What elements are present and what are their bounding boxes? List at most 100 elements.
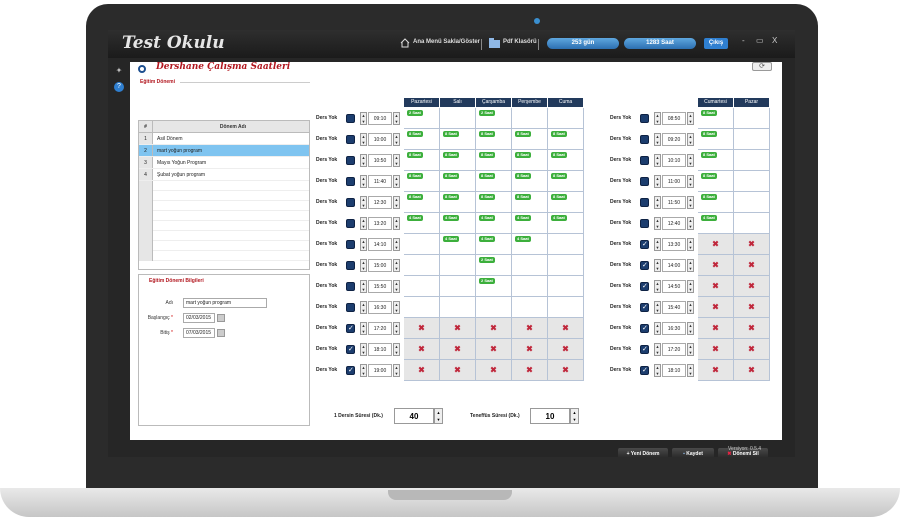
no-lesson-checkbox[interactable] [640,135,649,144]
schedule-cell[interactable]: 8 Saat [698,108,734,129]
logout-button[interactable]: Çıkış [704,38,728,49]
time-spinner-right[interactable]: ▲ ▼ [393,301,400,314]
schedule-cell[interactable] [734,213,770,234]
break-duration-spinner[interactable]: ▲ ▼ [570,408,579,424]
schedule-cell[interactable]: 8 Saat [476,192,512,213]
time-spinner-right[interactable]: ▲ ▼ [393,112,400,125]
time-spinner-right[interactable]: ▲ ▼ [687,175,694,188]
time-spinner-left[interactable]: ▲ ▼ [654,364,661,377]
schedule-cell[interactable]: 4 Saat [698,213,734,234]
schedule-cell[interactable]: ✖ [698,318,734,339]
time-spinner-right[interactable]: ▲ ▼ [393,322,400,335]
schedule-cell[interactable] [440,255,476,276]
schedule-cell[interactable]: 8 Saat [512,171,548,192]
no-lesson-checkbox[interactable] [346,303,355,312]
time-spinner-right[interactable]: ▲ ▼ [393,343,400,356]
schedule-cell[interactable]: 8 Saat [440,192,476,213]
time-spinner-left[interactable]: ▲ ▼ [360,175,367,188]
time-field[interactable]: 11:00 [662,175,686,188]
schedule-cell[interactable] [404,234,440,255]
time-spinner-left[interactable]: ▲ ▼ [654,238,661,251]
time-field[interactable]: 17:20 [662,343,686,356]
calendar-icon[interactable] [217,314,225,322]
schedule-cell[interactable]: ✖ [698,360,734,381]
pin-icon[interactable]: ✦ [114,66,124,76]
schedule-cell[interactable]: 8 Saat [404,150,440,171]
time-spinner-left[interactable]: ▲ ▼ [654,133,661,146]
schedule-cell[interactable]: ✖ [734,318,770,339]
schedule-cell[interactable] [512,276,548,297]
time-field[interactable]: 10:50 [368,154,392,167]
schedule-cell[interactable]: ✖ [440,339,476,360]
no-lesson-checkbox[interactable] [640,261,649,270]
schedule-cell[interactable]: ✖ [734,276,770,297]
time-field[interactable]: 10:00 [368,133,392,146]
time-spinner-right[interactable]: ▲ ▼ [687,322,694,335]
schedule-cell[interactable]: 4 Saat [476,213,512,234]
schedule-cell[interactable]: 4 Saat [440,213,476,234]
schedule-cell[interactable]: ✖ [698,339,734,360]
lesson-duration-input[interactable]: 40 [394,408,434,424]
menu-toggle-button[interactable]: Ana Menü Sakla/Göster [413,39,480,45]
schedule-cell[interactable] [548,255,584,276]
schedule-cell[interactable]: 2 Saat [404,108,440,129]
table-row[interactable]: 1 Asil Dönem [139,133,309,145]
time-spinner-right[interactable]: ▲ ▼ [393,175,400,188]
no-lesson-checkbox[interactable] [640,240,649,249]
schedule-cell[interactable]: ✖ [548,339,584,360]
no-lesson-checkbox[interactable] [640,303,649,312]
time-spinner-left[interactable]: ▲ ▼ [654,217,661,230]
no-lesson-checkbox[interactable] [346,324,355,333]
time-field[interactable]: 14:10 [368,238,392,251]
schedule-cell[interactable]: 4 Saat [548,213,584,234]
schedule-cell[interactable]: ✖ [734,255,770,276]
time-field[interactable]: 13:20 [368,217,392,230]
time-spinner-left[interactable]: ▲ ▼ [360,301,367,314]
time-spinner-right[interactable]: ▲ ▼ [393,196,400,209]
time-spinner-right[interactable]: ▲ ▼ [687,364,694,377]
no-lesson-checkbox[interactable] [640,219,649,228]
schedule-cell[interactable]: 8 Saat [476,171,512,192]
schedule-cell[interactable] [734,150,770,171]
schedule-cell[interactable]: 8 Saat [548,192,584,213]
time-spinner-left[interactable]: ▲ ▼ [360,133,367,146]
schedule-cell[interactable] [512,108,548,129]
schedule-cell[interactable]: 8 Saat [476,150,512,171]
time-spinner-left[interactable]: ▲ ▼ [654,322,661,335]
time-spinner-right[interactable]: ▲ ▼ [393,217,400,230]
schedule-cell[interactable]: ✖ [512,339,548,360]
lesson-duration-spinner[interactable]: ▲ ▼ [434,408,443,424]
time-field[interactable]: 14:00 [662,259,686,272]
schedule-cell[interactable] [440,108,476,129]
no-lesson-checkbox[interactable] [346,366,355,375]
schedule-cell[interactable]: ✖ [548,318,584,339]
no-lesson-checkbox[interactable] [640,366,649,375]
time-spinner-left[interactable]: ▲ ▼ [654,154,661,167]
schedule-cell[interactable]: 8 Saat [440,171,476,192]
time-spinner-left[interactable]: ▲ ▼ [654,343,661,356]
schedule-cell[interactable]: ✖ [404,360,440,381]
no-lesson-checkbox[interactable] [346,177,355,186]
help-icon[interactable]: ? [114,82,124,92]
schedule-cell[interactable]: ✖ [548,360,584,381]
schedule-cell[interactable]: 2 Saat [476,108,512,129]
schedule-cell[interactable]: 8 Saat [476,129,512,150]
schedule-cell[interactable]: ✖ [698,297,734,318]
no-lesson-checkbox[interactable] [640,177,649,186]
time-spinner-left[interactable]: ▲ ▼ [654,301,661,314]
schedule-cell[interactable] [548,108,584,129]
no-lesson-checkbox[interactable] [346,219,355,228]
time-spinner-left[interactable]: ▲ ▼ [360,280,367,293]
close-button[interactable]: X [772,36,777,45]
schedule-cell[interactable]: 8 Saat [698,129,734,150]
schedule-cell[interactable]: 8 Saat [512,129,548,150]
time-field[interactable]: 14:50 [662,280,686,293]
time-spinner-left[interactable]: ▲ ▼ [360,112,367,125]
time-spinner-left[interactable]: ▲ ▼ [360,196,367,209]
schedule-cell[interactable]: 8 Saat [512,150,548,171]
schedule-cell[interactable]: 4 Saat [512,234,548,255]
calendar-icon[interactable] [217,329,225,337]
time-field[interactable]: 16:30 [662,322,686,335]
home-icon[interactable] [400,38,410,48]
time-spinner-left[interactable]: ▲ ▼ [360,238,367,251]
